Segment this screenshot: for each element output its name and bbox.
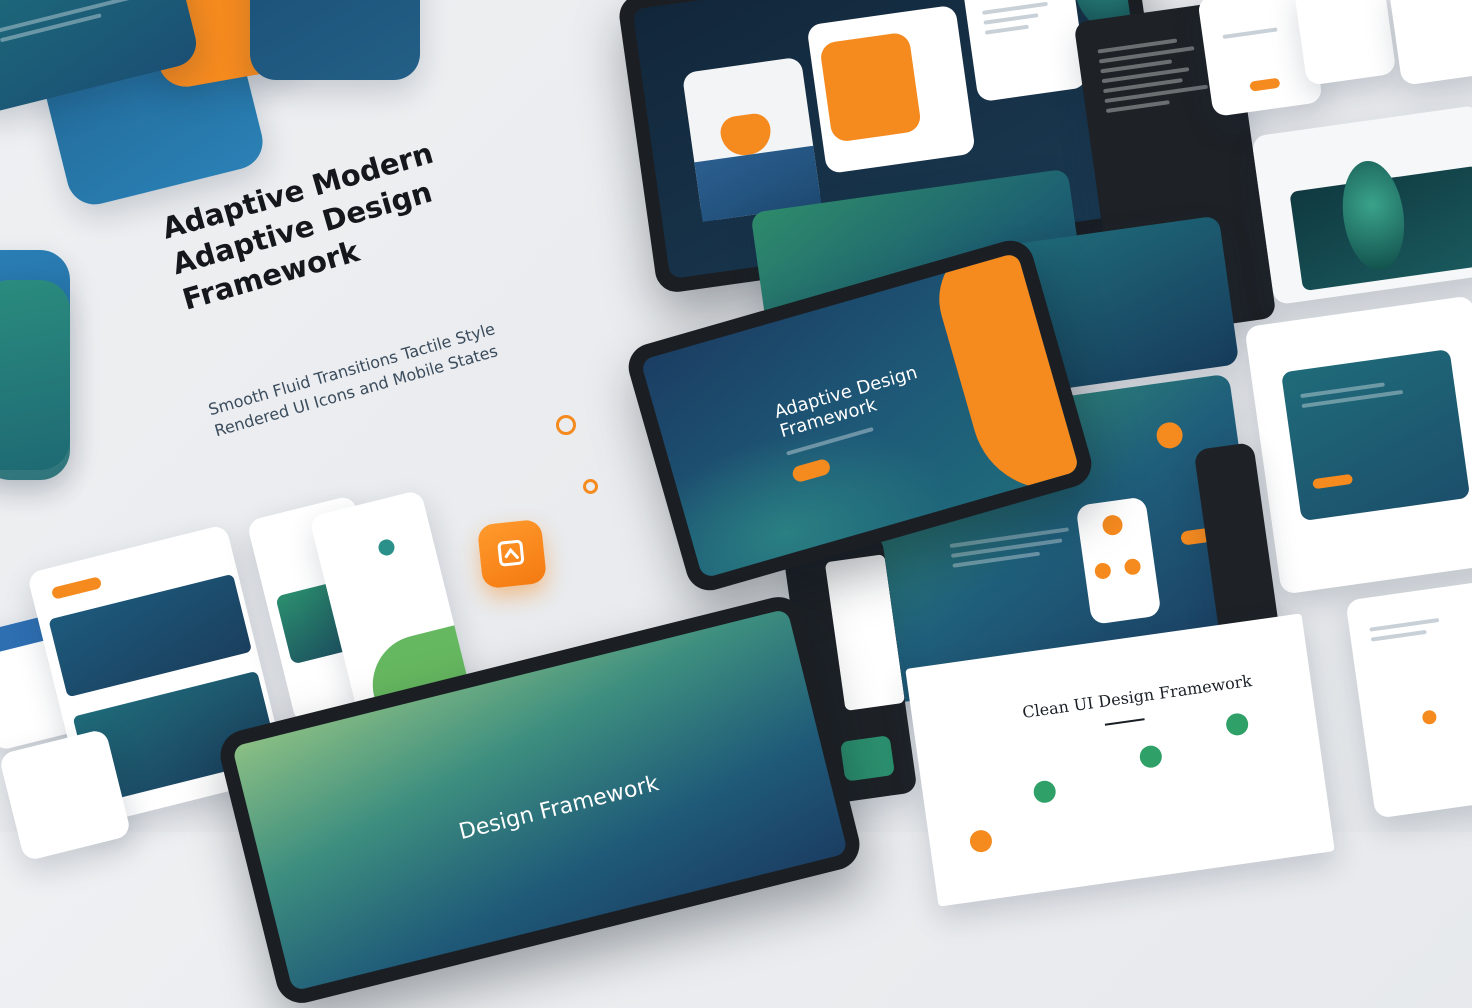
decor-ring-small <box>583 479 598 494</box>
card-bottom-right <box>1345 581 1472 819</box>
card-right-leaf <box>1251 104 1472 306</box>
web-panel-heading: Clean UI Design Framework <box>1021 670 1254 723</box>
tablet-top-card-2 <box>806 4 976 175</box>
tablet-top-card-3 <box>962 0 1088 103</box>
tablet-top-card-1 <box>681 56 822 222</box>
tablet-bottom-title: Design Framework <box>456 771 662 846</box>
card-top-right-3 <box>1388 0 1472 86</box>
card-right-middle <box>1244 295 1472 595</box>
decor-ring-large <box>556 415 576 435</box>
hero-subtitle-line-1: Smooth Fluid Transitions Tactile Style <box>206 319 498 420</box>
decor-card-navy <box>250 0 420 80</box>
decor-card-left-edge-green <box>0 280 70 480</box>
card-top-right-2 <box>1293 0 1397 86</box>
app-icon-tile[interactable] <box>476 518 548 590</box>
layers-icon <box>497 539 525 567</box>
hero-subtitle: Smooth Fluid Transitions Tactile Style R… <box>206 301 564 443</box>
